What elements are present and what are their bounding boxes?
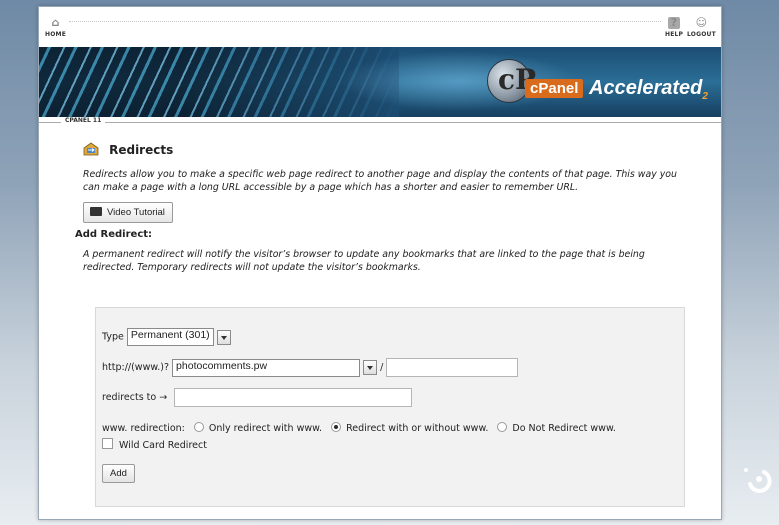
version-label: CPANEL 11 xyxy=(61,117,106,124)
brand-text: Accelerated2 xyxy=(589,77,708,102)
path-separator: / xyxy=(380,362,384,373)
user-icon: ☺ xyxy=(695,16,708,29)
wildcard-label: Wild Card Redirect xyxy=(119,440,207,451)
domain-prefix-label: http://(www.)? xyxy=(102,362,170,373)
video-tutorial-label: Video Tutorial xyxy=(107,207,165,218)
redirects-to-row: redirects to → xyxy=(102,388,413,407)
home-label: HOME xyxy=(45,31,66,38)
home-icon: ⌂ xyxy=(51,16,60,29)
path-input[interactable] xyxy=(386,358,519,377)
help-label: HELP xyxy=(665,31,684,38)
browser-frame: ⌂ HOME ? HELP ☺ LOGOUT cP cPanel Acceler… xyxy=(38,6,722,520)
logout-label: LOGOUT xyxy=(687,31,716,38)
video-camera-icon xyxy=(90,207,102,216)
www-redirection-label: www. redirection: xyxy=(102,423,185,434)
add-redirect-form: Type Permanent (301) http://(www.)? phot… xyxy=(95,307,685,507)
www-either-radio[interactable] xyxy=(331,422,342,432)
add-button[interactable]: Add xyxy=(102,464,135,483)
redirects-to-input[interactable] xyxy=(174,388,413,407)
brand-badge: cPanel xyxy=(525,79,584,98)
redirect-icon xyxy=(83,142,99,156)
add-redirect-description: A permanent redirect will notify the vis… xyxy=(83,249,645,273)
page-header: Redirects xyxy=(83,139,693,159)
top-nav: ⌂ HOME ? HELP ☺ LOGOUT xyxy=(39,7,721,47)
add-redirect-heading: Add Redirect: xyxy=(75,229,153,240)
domain-dropdown-arrow-icon[interactable] xyxy=(363,360,378,375)
wildcard-row: Wild Card Redirect xyxy=(102,438,207,451)
www-none-label: Do Not Redirect www. xyxy=(512,423,616,434)
type-dropdown-arrow-icon[interactable] xyxy=(216,329,231,345)
wildcard-checkbox[interactable] xyxy=(102,438,113,449)
type-row: Type Permanent (301) xyxy=(102,328,231,346)
www-either-label: Redirect with or without www. xyxy=(346,423,489,434)
help-link[interactable]: ? HELP xyxy=(665,17,684,39)
page-title: Redirects xyxy=(109,143,174,157)
logout-link[interactable]: ☺ LOGOUT xyxy=(687,16,716,39)
www-only-radio[interactable] xyxy=(193,422,204,432)
watermark-logo-icon xyxy=(744,468,772,493)
domain-select[interactable]: photocomments.pw xyxy=(172,358,361,377)
www-redirection-row: www. redirection: Only redirect with www… xyxy=(102,422,616,434)
video-tutorial-button[interactable]: Video Tutorial xyxy=(83,202,173,223)
page-description: Redirects allow you to make a specific w… xyxy=(83,169,677,193)
type-select[interactable]: Permanent (301) xyxy=(126,328,214,346)
nav-divider xyxy=(69,21,661,22)
add-row: Add xyxy=(102,464,135,483)
redirects-to-label: redirects to → xyxy=(102,392,168,403)
brand-subscript: 2 xyxy=(702,91,708,102)
www-none-radio[interactable] xyxy=(497,422,508,432)
www-only-label: Only redirect with www. xyxy=(208,423,323,434)
main-content: Redirects Redirects allow you to make a … xyxy=(75,139,693,274)
header-banner: cP cPanel Accelerated2 xyxy=(39,47,721,117)
help-icon: ? xyxy=(668,17,681,29)
type-label: Type xyxy=(102,331,124,343)
version-bar: CPANEL 11 xyxy=(39,117,721,127)
home-link[interactable]: ⌂ HOME xyxy=(45,16,66,39)
domain-row: http://(www.)? photocomments.pw / xyxy=(102,358,519,377)
